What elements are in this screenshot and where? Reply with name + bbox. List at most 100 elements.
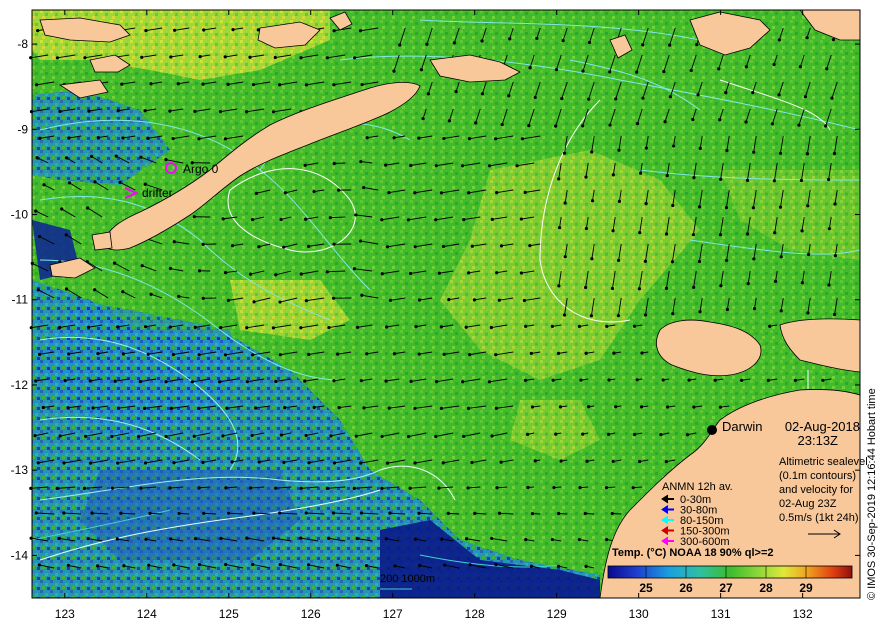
arrow-head xyxy=(146,136,150,140)
arrow-head xyxy=(778,205,783,209)
arrow-head xyxy=(584,175,588,179)
arrow-head xyxy=(605,324,609,328)
arrow-head xyxy=(224,486,228,490)
arrow-head xyxy=(695,43,699,47)
arrow-head xyxy=(717,67,721,71)
arrow-head xyxy=(585,459,589,463)
arrow-head xyxy=(67,352,71,356)
y-tick-label: -11 xyxy=(12,293,29,307)
arrow-head xyxy=(644,202,648,206)
arrow-head xyxy=(413,191,417,195)
arrow-head xyxy=(500,122,504,127)
arrow-head xyxy=(312,405,316,409)
arrow-head xyxy=(664,459,668,464)
arrow-head xyxy=(304,83,309,87)
arrow-head xyxy=(584,226,588,231)
arrow-head xyxy=(719,284,723,288)
arrow-head xyxy=(327,325,331,330)
arrow-head xyxy=(824,124,828,128)
arrow-head xyxy=(201,242,205,246)
arrow-head xyxy=(225,406,229,410)
arrow-head xyxy=(563,201,567,205)
arrow-head xyxy=(832,151,837,156)
arrow-head xyxy=(559,459,563,463)
arrow-head xyxy=(659,433,663,437)
arrow-head xyxy=(577,324,581,328)
arrow-head xyxy=(752,307,757,311)
arrow-head xyxy=(96,135,100,140)
arrow-head xyxy=(385,461,390,465)
arrow-head xyxy=(466,486,470,490)
arrow-head xyxy=(556,351,561,355)
arrow-head xyxy=(332,161,336,166)
arrow-head xyxy=(499,460,503,464)
arrow-head xyxy=(112,261,117,265)
arrow-head xyxy=(64,287,69,291)
arrow-head xyxy=(611,459,615,464)
arrow-head xyxy=(740,378,744,382)
arrow-head xyxy=(631,486,635,490)
arrow-head xyxy=(245,326,249,330)
arrow-head xyxy=(332,379,336,383)
arrow-head xyxy=(93,288,97,292)
arrow-head xyxy=(552,485,556,490)
arrow-head xyxy=(612,351,616,355)
arrow-head xyxy=(115,537,119,541)
arrow-head xyxy=(149,82,153,86)
x-tick-label: 126 xyxy=(301,607,321,621)
arrow-head xyxy=(454,89,458,94)
arrow-head xyxy=(687,378,691,382)
arrow-head xyxy=(62,511,66,515)
arrow-head xyxy=(360,293,364,297)
arrow-head xyxy=(332,83,336,87)
arrow-head xyxy=(466,406,471,410)
arrow-head xyxy=(274,273,278,277)
arrow-head xyxy=(143,109,147,113)
arrow-head xyxy=(42,183,46,187)
arrow-head xyxy=(273,55,277,60)
arrow-head xyxy=(480,92,485,96)
arrow-head xyxy=(562,151,567,155)
arrow-head xyxy=(635,70,639,74)
arrow-head xyxy=(798,65,803,69)
arrow-head xyxy=(223,55,227,59)
arrow-head xyxy=(278,83,282,87)
arrow-head xyxy=(806,204,810,208)
arrow-head xyxy=(121,352,126,356)
arrow-head xyxy=(779,309,783,313)
arrow-head xyxy=(358,29,363,33)
arrow-head xyxy=(202,511,206,515)
arrow-head xyxy=(437,271,442,275)
colorbar-tick-label: 28 xyxy=(759,581,773,595)
arrow-head xyxy=(495,191,499,195)
arrow-head xyxy=(116,325,120,329)
arrow-head xyxy=(57,536,61,540)
arrow-head xyxy=(637,287,642,291)
arrow-head xyxy=(777,38,781,42)
arrow-head xyxy=(464,325,468,329)
altimetry-line: (0.1m contours) xyxy=(779,470,856,482)
arrow-head xyxy=(550,537,555,542)
arrow-head xyxy=(635,121,640,126)
arrow-head xyxy=(800,229,804,233)
arrow-head xyxy=(88,379,92,383)
arrow-head xyxy=(494,353,498,357)
arrow-head xyxy=(385,325,389,329)
arrow-head xyxy=(581,432,585,436)
arrow-head xyxy=(698,310,702,314)
arrow-head xyxy=(89,154,94,159)
arrow-head xyxy=(633,432,637,437)
arrow-head xyxy=(278,562,282,567)
arrow-head xyxy=(355,536,359,541)
arrow-head xyxy=(392,69,396,73)
arrow-head xyxy=(692,175,696,180)
arrow-head xyxy=(527,124,531,128)
arrow-head xyxy=(587,40,592,45)
arrow-head xyxy=(278,353,282,357)
arrow-head xyxy=(581,124,585,128)
arrow-head xyxy=(724,91,728,95)
arrow-head xyxy=(744,65,748,69)
arrow-head xyxy=(34,209,38,213)
arrow-head xyxy=(271,110,276,114)
arrow-head xyxy=(494,406,498,410)
